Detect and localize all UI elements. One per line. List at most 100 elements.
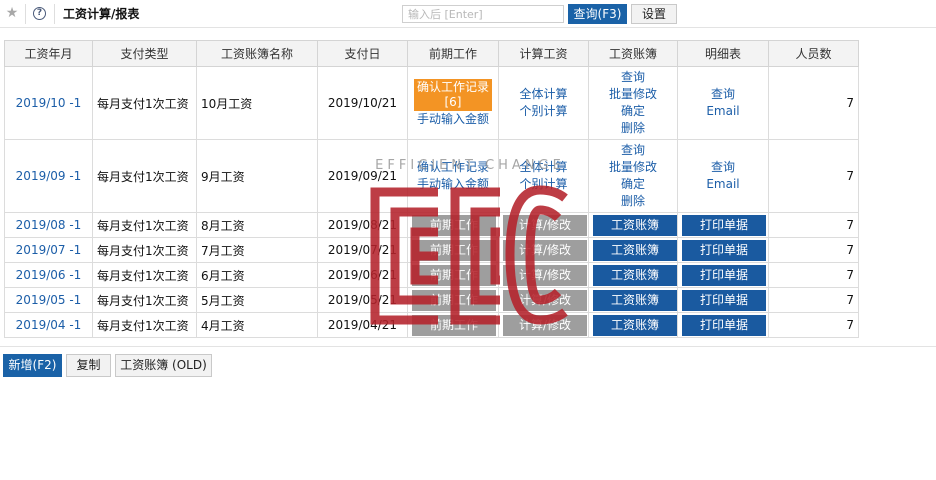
column-header[interactable]: 人员数	[768, 40, 859, 67]
pre-work-cell: 前期工作	[407, 212, 499, 238]
ledger-cell: 工资账簿	[588, 312, 678, 338]
ledger-name-cell: 5月工资	[196, 287, 318, 313]
detail-cell: 打印单据	[677, 212, 769, 238]
column-header[interactable]: 明细表	[677, 40, 769, 67]
confirm-work-record-link[interactable]: 确认工作记录	[412, 159, 494, 176]
table-row: 2019/04 -1 每月支付1次工资 4月工资 2019/04/21 前期工作…	[4, 312, 859, 338]
ledger-name-cell: 6月工资	[196, 262, 318, 288]
calc-all-link[interactable]: 全体计算	[503, 86, 584, 103]
pay-date-cell: 2019/09/21	[317, 139, 408, 213]
pre-work-cell: 前期工作	[407, 287, 499, 313]
pre-work-cell: 确认工作记录 手动输入金额	[407, 139, 499, 213]
pay-month-link[interactable]: 2019/07 -1	[4, 237, 93, 263]
detail-cell: 查询 Email	[677, 139, 769, 213]
calc-cell: 计算/修改	[498, 287, 589, 313]
ledger-name-cell: 8月工资	[196, 212, 318, 238]
star-icon[interactable]: ★	[5, 6, 19, 20]
column-header[interactable]: 工资年月	[4, 40, 93, 67]
copy-button[interactable]: 复制	[66, 354, 111, 377]
print-slip-button[interactable]: 打印单据	[682, 314, 766, 336]
new-button[interactable]: 新增(F2)	[3, 354, 62, 377]
calc-edit-button[interactable]: 计算/修改	[503, 289, 587, 311]
ledger-cell: 查询 批量修改 确定 删除	[588, 139, 678, 213]
detail-email-link[interactable]: Email	[682, 176, 764, 193]
top-toolbar: ★ ? 工资计算/报表 查询(F3) 设置	[0, 0, 936, 28]
ledger-confirm-link[interactable]: 确定	[593, 176, 673, 193]
detail-cell: 打印单据	[677, 312, 769, 338]
pay-date-cell: 2019/06/21	[317, 262, 408, 288]
headcount-cell: 7	[768, 262, 859, 288]
ledger-button[interactable]: 工资账簿	[593, 239, 677, 261]
pay-month-link[interactable]: 2019/06 -1	[4, 262, 93, 288]
search-button[interactable]: 查询(F3)	[568, 4, 627, 24]
headcount-cell: 7	[768, 287, 859, 313]
ledger-query-link[interactable]: 查询	[593, 69, 673, 86]
ledger-delete-link[interactable]: 删除	[593, 193, 673, 210]
column-header[interactable]: 支付类型	[92, 40, 197, 67]
table-row: 2019/08 -1 每月支付1次工资 8月工资 2019/08/21 前期工作…	[4, 212, 859, 238]
manual-input-link[interactable]: 手动输入金额	[412, 176, 494, 193]
print-slip-button[interactable]: 打印单据	[682, 264, 766, 286]
column-header[interactable]: 计算工资	[498, 40, 589, 67]
ledger-batch-edit-link[interactable]: 批量修改	[593, 159, 673, 176]
table-row: 2019/05 -1 每月支付1次工资 5月工资 2019/05/21 前期工作…	[4, 287, 859, 313]
detail-query-link[interactable]: 查询	[682, 86, 764, 103]
ledger-confirm-link[interactable]: 确定	[593, 103, 673, 120]
pre-work-button[interactable]: 前期工作	[412, 314, 496, 336]
calc-individual-link[interactable]: 个别计算	[503, 176, 584, 193]
detail-query-link[interactable]: 查询	[682, 159, 764, 176]
ledger-batch-edit-link[interactable]: 批量修改	[593, 86, 673, 103]
settings-button[interactable]: 设置	[631, 4, 677, 24]
pre-work-button[interactable]: 前期工作	[412, 289, 496, 311]
ledger-query-link[interactable]: 查询	[593, 142, 673, 159]
calc-cell: 计算/修改	[498, 312, 589, 338]
ledger-cell: 工资账簿	[588, 262, 678, 288]
page-title: 工资计算/报表	[63, 7, 140, 21]
column-header[interactable]: 支付日	[317, 40, 408, 67]
ledger-cell: 工资账簿	[588, 287, 678, 313]
pay-month-link[interactable]: 2019/08 -1	[4, 212, 93, 238]
pay-month-link[interactable]: 2019/10 -1	[4, 66, 93, 140]
pre-work-cell: 确认工作记录 [6] 手动输入金额	[407, 66, 499, 140]
detail-email-link[interactable]: Email	[682, 103, 764, 120]
headcount-cell: 7	[768, 312, 859, 338]
pay-type-cell: 每月支付1次工资	[92, 212, 197, 238]
calc-edit-button[interactable]: 计算/修改	[503, 314, 587, 336]
manual-input-link[interactable]: 手动输入金额	[412, 111, 494, 128]
pay-month-link[interactable]: 2019/04 -1	[4, 312, 93, 338]
search-input[interactable]	[402, 5, 564, 23]
ledger-delete-link[interactable]: 删除	[593, 120, 673, 137]
pre-work-button[interactable]: 前期工作	[412, 214, 496, 236]
pay-date-cell: 2019/05/21	[317, 287, 408, 313]
ledger-button[interactable]: 工资账簿	[593, 264, 677, 286]
calc-edit-button[interactable]: 计算/修改	[503, 214, 587, 236]
column-header[interactable]: 前期工作	[407, 40, 499, 67]
pre-work-button[interactable]: 前期工作	[412, 264, 496, 286]
pay-date-cell: 2019/08/21	[317, 212, 408, 238]
column-header[interactable]: 工资账簿	[588, 40, 678, 67]
pay-date-cell: 2019/04/21	[317, 312, 408, 338]
old-ledger-button[interactable]: 工资账簿 (OLD)	[115, 354, 212, 377]
pay-type-cell: 每月支付1次工资	[92, 262, 197, 288]
ledger-button[interactable]: 工资账簿	[593, 314, 677, 336]
confirm-work-record-link[interactable]: 确认工作记录 [6]	[413, 78, 492, 111]
ledger-name-cell: 10月工资	[196, 66, 318, 140]
print-slip-button[interactable]: 打印单据	[682, 289, 766, 311]
calc-individual-link[interactable]: 个别计算	[503, 103, 584, 120]
ledger-button[interactable]: 工资账簿	[593, 214, 677, 236]
calc-edit-button[interactable]: 计算/修改	[503, 264, 587, 286]
pay-type-cell: 每月支付1次工资	[92, 312, 197, 338]
pre-work-cell: 前期工作	[407, 237, 499, 263]
detail-cell: 打印单据	[677, 287, 769, 313]
ledger-button[interactable]: 工资账簿	[593, 289, 677, 311]
column-header[interactable]: 工资账簿名称	[196, 40, 318, 67]
pre-work-button[interactable]: 前期工作	[412, 239, 496, 261]
pay-month-link[interactable]: 2019/09 -1	[4, 139, 93, 213]
pay-month-link[interactable]: 2019/05 -1	[4, 287, 93, 313]
calc-edit-button[interactable]: 计算/修改	[503, 239, 587, 261]
print-slip-button[interactable]: 打印单据	[682, 239, 766, 261]
print-slip-button[interactable]: 打印单据	[682, 214, 766, 236]
detail-cell: 打印单据	[677, 237, 769, 263]
calc-all-link[interactable]: 全体计算	[503, 159, 584, 176]
help-icon[interactable]: ?	[33, 7, 46, 20]
